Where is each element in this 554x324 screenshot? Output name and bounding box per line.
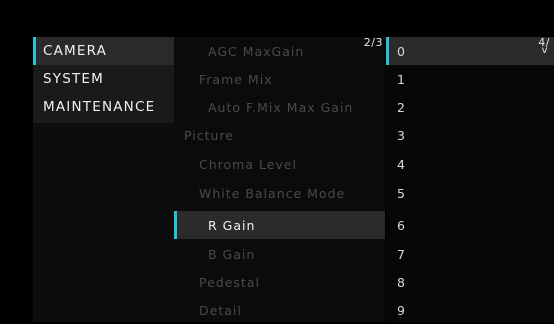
value-label: 7 xyxy=(397,246,405,262)
item-r-gain[interactable]: R Gain xyxy=(174,211,385,239)
category-maintenance[interactable]: MAINTENANCE xyxy=(33,93,174,121)
value-label: 2 xyxy=(397,99,405,115)
item-picture[interactable]: Picture xyxy=(174,121,385,149)
item-label: Frame Mix xyxy=(199,71,273,87)
item-white-balance-mode[interactable]: White Balance Mode xyxy=(174,179,385,207)
category-label: MAINTENANCE xyxy=(43,99,156,115)
selection-bar xyxy=(386,37,389,65)
selection-bar xyxy=(174,211,177,239)
item-label: White Balance Mode xyxy=(199,185,346,201)
category-label: SYSTEM xyxy=(43,71,105,87)
value-label: 4 xyxy=(397,156,405,172)
item-label: Detail xyxy=(199,302,242,318)
item-label: Pedestal xyxy=(199,274,260,290)
value-option[interactable]: 9 xyxy=(386,296,554,324)
value-label: 1 xyxy=(397,71,405,87)
item-label: Chroma Level xyxy=(199,156,297,172)
item-detail[interactable]: Detail xyxy=(174,296,385,324)
value-label: 0 xyxy=(397,43,405,59)
value-option[interactable]: 5 xyxy=(386,179,554,207)
category-system[interactable]: SYSTEM xyxy=(33,65,174,93)
category-list: CAMERA SYSTEM MAINTENANCE xyxy=(33,37,174,123)
value-label: 3 xyxy=(397,127,405,143)
selection-bar xyxy=(33,37,36,65)
value-option[interactable]: 7 xyxy=(386,240,554,268)
item-label: Auto F.Mix Max Gain xyxy=(208,99,354,115)
item-label: B Gain xyxy=(208,246,256,262)
item-auto-fmix-max-gain[interactable]: Auto F.Mix Max Gain xyxy=(174,93,385,121)
value-label: 9 xyxy=(397,302,405,318)
value-label: 8 xyxy=(397,274,405,290)
value-option[interactable]: 1 xyxy=(386,65,554,93)
item-pedestal[interactable]: Pedestal xyxy=(174,268,385,296)
item-panel: AGC MaxGain Frame Mix Auto F.Mix Max Gai… xyxy=(174,36,385,324)
value-label: 6 xyxy=(397,217,405,233)
item-label: R Gain xyxy=(208,217,256,233)
category-panel: CAMERA SYSTEM MAINTENANCE xyxy=(33,37,174,322)
item-label: AGC MaxGain xyxy=(208,43,305,59)
value-panel: 0 1 2 3 4 5 6 7 8 9 4/ v xyxy=(386,36,554,324)
category-camera[interactable]: CAMERA xyxy=(33,37,174,65)
value-option[interactable]: 2 xyxy=(386,93,554,121)
item-agc-maxgain[interactable]: AGC MaxGain xyxy=(174,37,385,65)
item-frame-mix[interactable]: Frame Mix xyxy=(174,65,385,93)
value-option[interactable]: 3 xyxy=(386,121,554,149)
item-b-gain[interactable]: B Gain xyxy=(174,240,385,268)
item-page-indicator: 2/3 xyxy=(363,36,383,49)
category-label: CAMERA xyxy=(43,43,108,59)
value-option[interactable]: 4 xyxy=(386,150,554,178)
value-option[interactable]: 0 xyxy=(386,37,554,65)
item-label: Picture xyxy=(184,127,234,143)
item-chroma-level[interactable]: Chroma Level xyxy=(174,150,385,178)
value-label: 5 xyxy=(397,185,405,201)
value-option[interactable]: 8 xyxy=(386,268,554,296)
scroll-down-icon: v xyxy=(541,45,548,56)
value-option[interactable]: 6 xyxy=(386,211,554,239)
